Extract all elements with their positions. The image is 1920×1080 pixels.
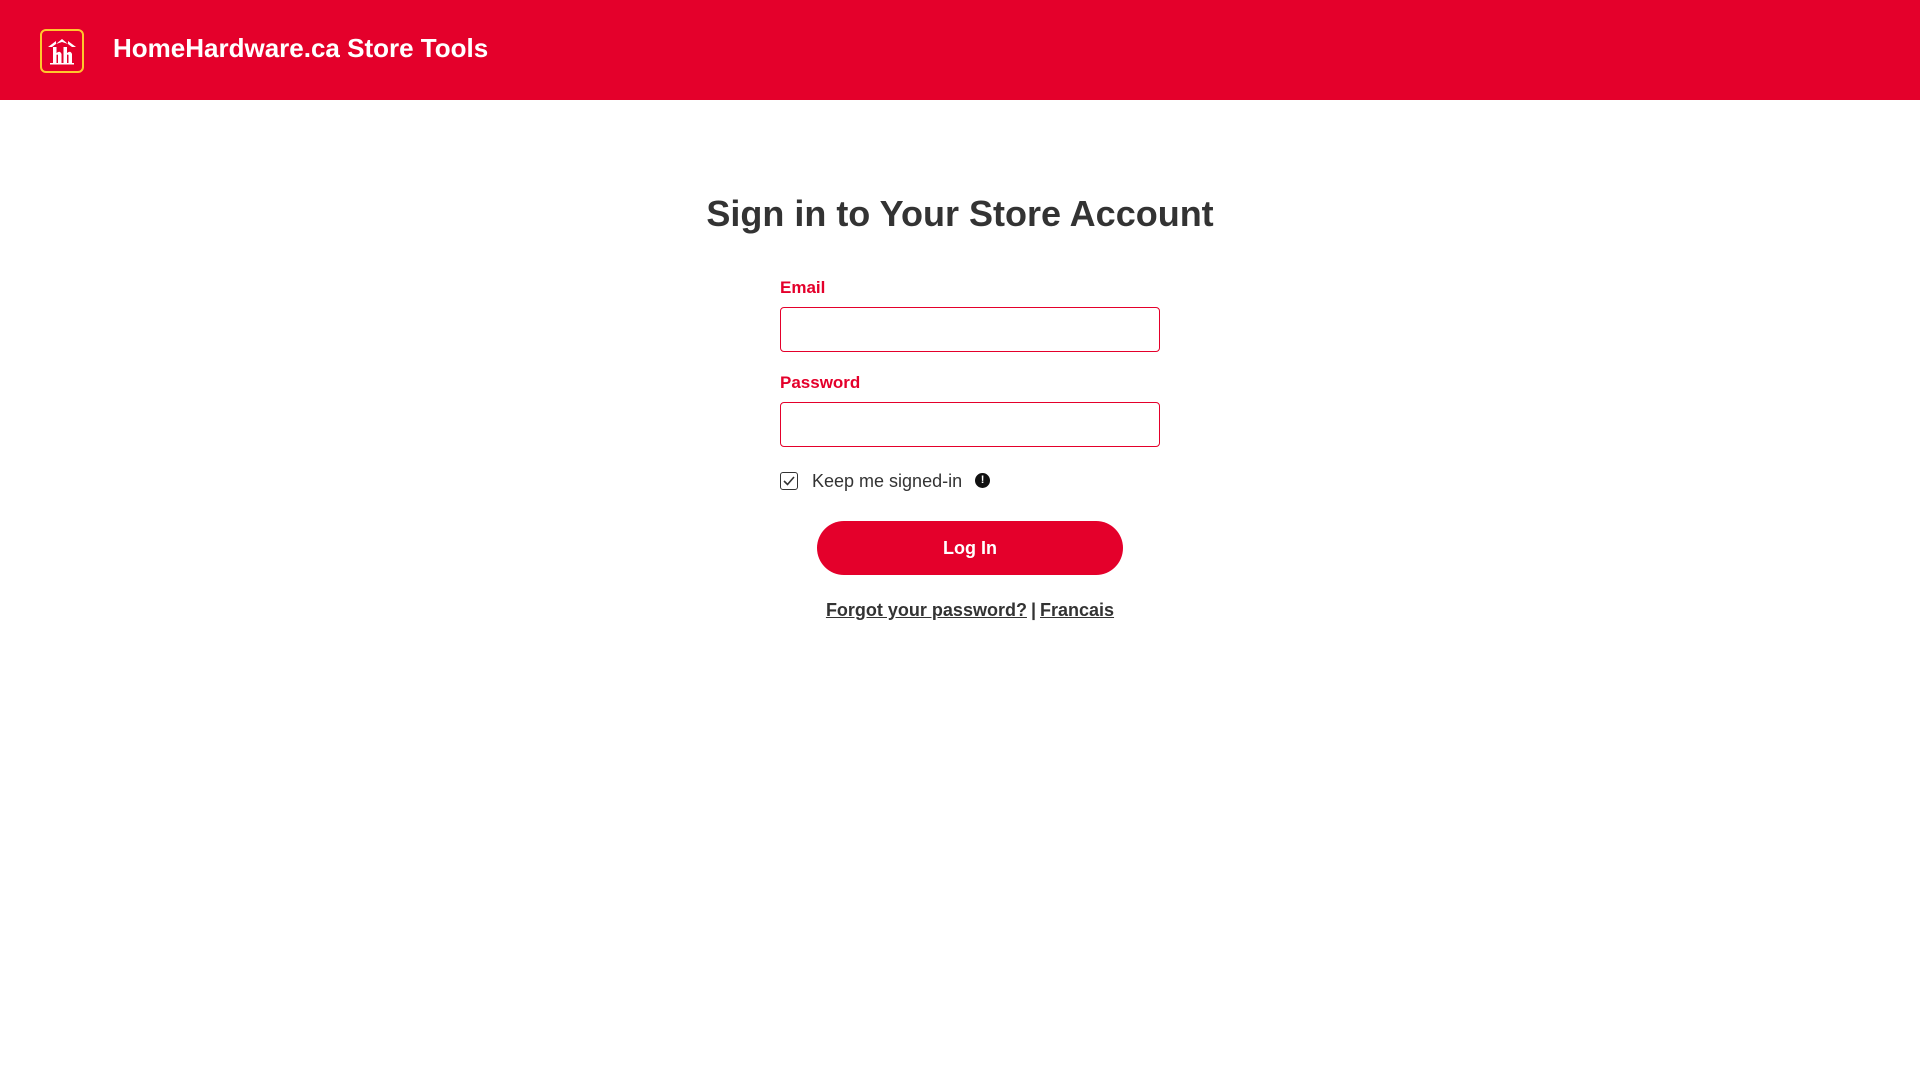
page-title: Sign in to Your Store Account — [706, 193, 1214, 234]
forgot-password-link[interactable]: Forgot your password? — [826, 600, 1027, 620]
login-button[interactable]: Log In — [817, 521, 1123, 575]
keep-signed-in-label: Keep me signed-in — [812, 471, 963, 491]
email-block: Email — [780, 278, 1160, 352]
keep-signed-in-checkbox[interactable] — [780, 472, 798, 490]
language-link[interactable]: Francais — [1040, 600, 1114, 620]
password-block: Password — [780, 373, 1160, 447]
info-icon[interactable]: ! — [975, 472, 991, 488]
password-field[interactable] — [780, 402, 1160, 447]
link-separator: | — [1030, 600, 1036, 620]
footer-links: Forgot your password? | Francais — [780, 598, 1160, 622]
home-hardware-logo-icon[interactable] — [40, 29, 84, 73]
email-field[interactable] — [780, 307, 1160, 352]
password-label: Password — [780, 373, 861, 392]
top-header: HomeHardware.ca Store Tools — [0, 0, 1920, 100]
email-label: Email — [780, 278, 826, 297]
checkmark-icon — [783, 476, 795, 486]
keep-signed-in-row: Keep me signed-in ! — [780, 469, 991, 493]
logo-graphic — [48, 39, 76, 65]
brand-title: HomeHardware.ca Store Tools — [113, 33, 489, 63]
